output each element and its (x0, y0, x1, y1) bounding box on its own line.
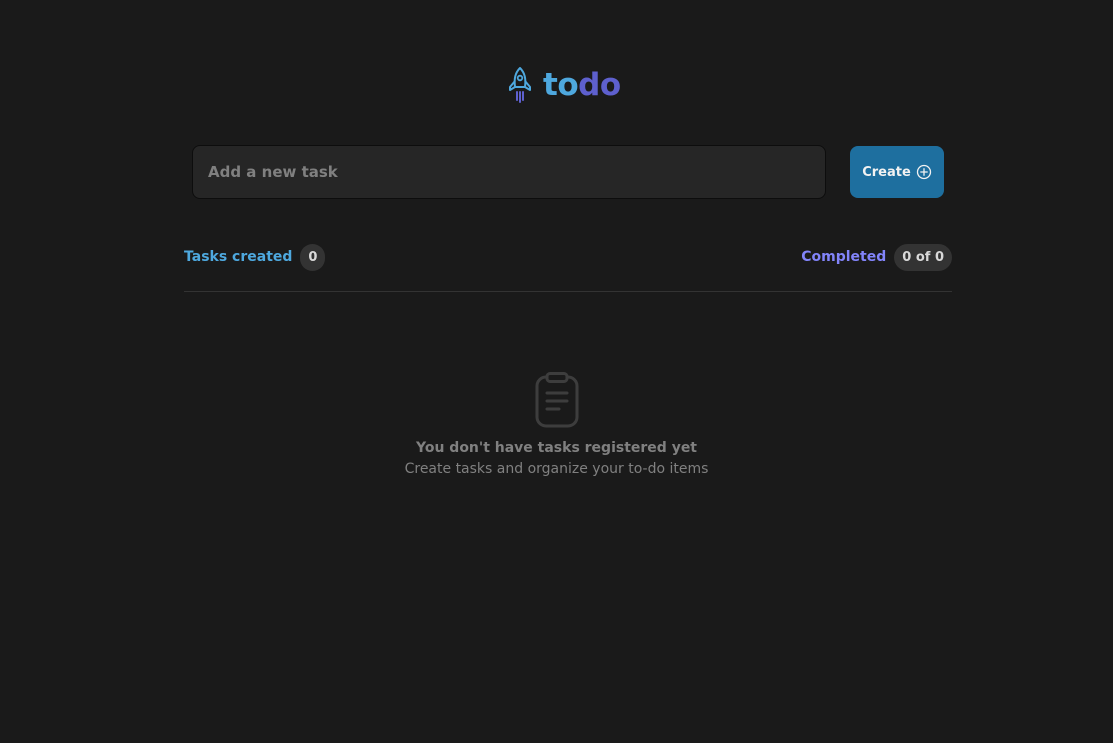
rocket-icon (509, 67, 531, 103)
completed-counter: 0 of 0 (894, 243, 952, 271)
empty-state-title: You don't have tasks registered yet (415, 440, 698, 456)
empty-state-subtitle: Create tasks and organize your to-do ite… (404, 461, 709, 477)
empty-state: You don't have tasks registered yet Crea… (0, 372, 1113, 477)
logo: todo (507, 66, 621, 104)
plus-circle-icon (916, 164, 931, 180)
app-name-part2: do (578, 67, 621, 103)
completed-label: Completed (801, 249, 887, 265)
tasks-created-counter: 0 (300, 243, 326, 271)
app-name: todo (543, 66, 621, 104)
task-stats: Tasks created 0 Completed 0 of 0 (184, 243, 952, 273)
new-task-input[interactable] (192, 145, 826, 199)
completed-stat: Completed 0 of 0 (801, 243, 952, 271)
create-button-label: Create (862, 164, 911, 180)
clipboard-icon (535, 372, 578, 428)
create-button[interactable]: Create (850, 146, 944, 198)
tasks-created-stat: Tasks created 0 (184, 243, 326, 271)
tasks-created-label: Tasks created (184, 249, 293, 265)
app-name-part1: to (543, 67, 579, 103)
app-header: todo (0, 0, 1113, 120)
divider (184, 291, 952, 292)
